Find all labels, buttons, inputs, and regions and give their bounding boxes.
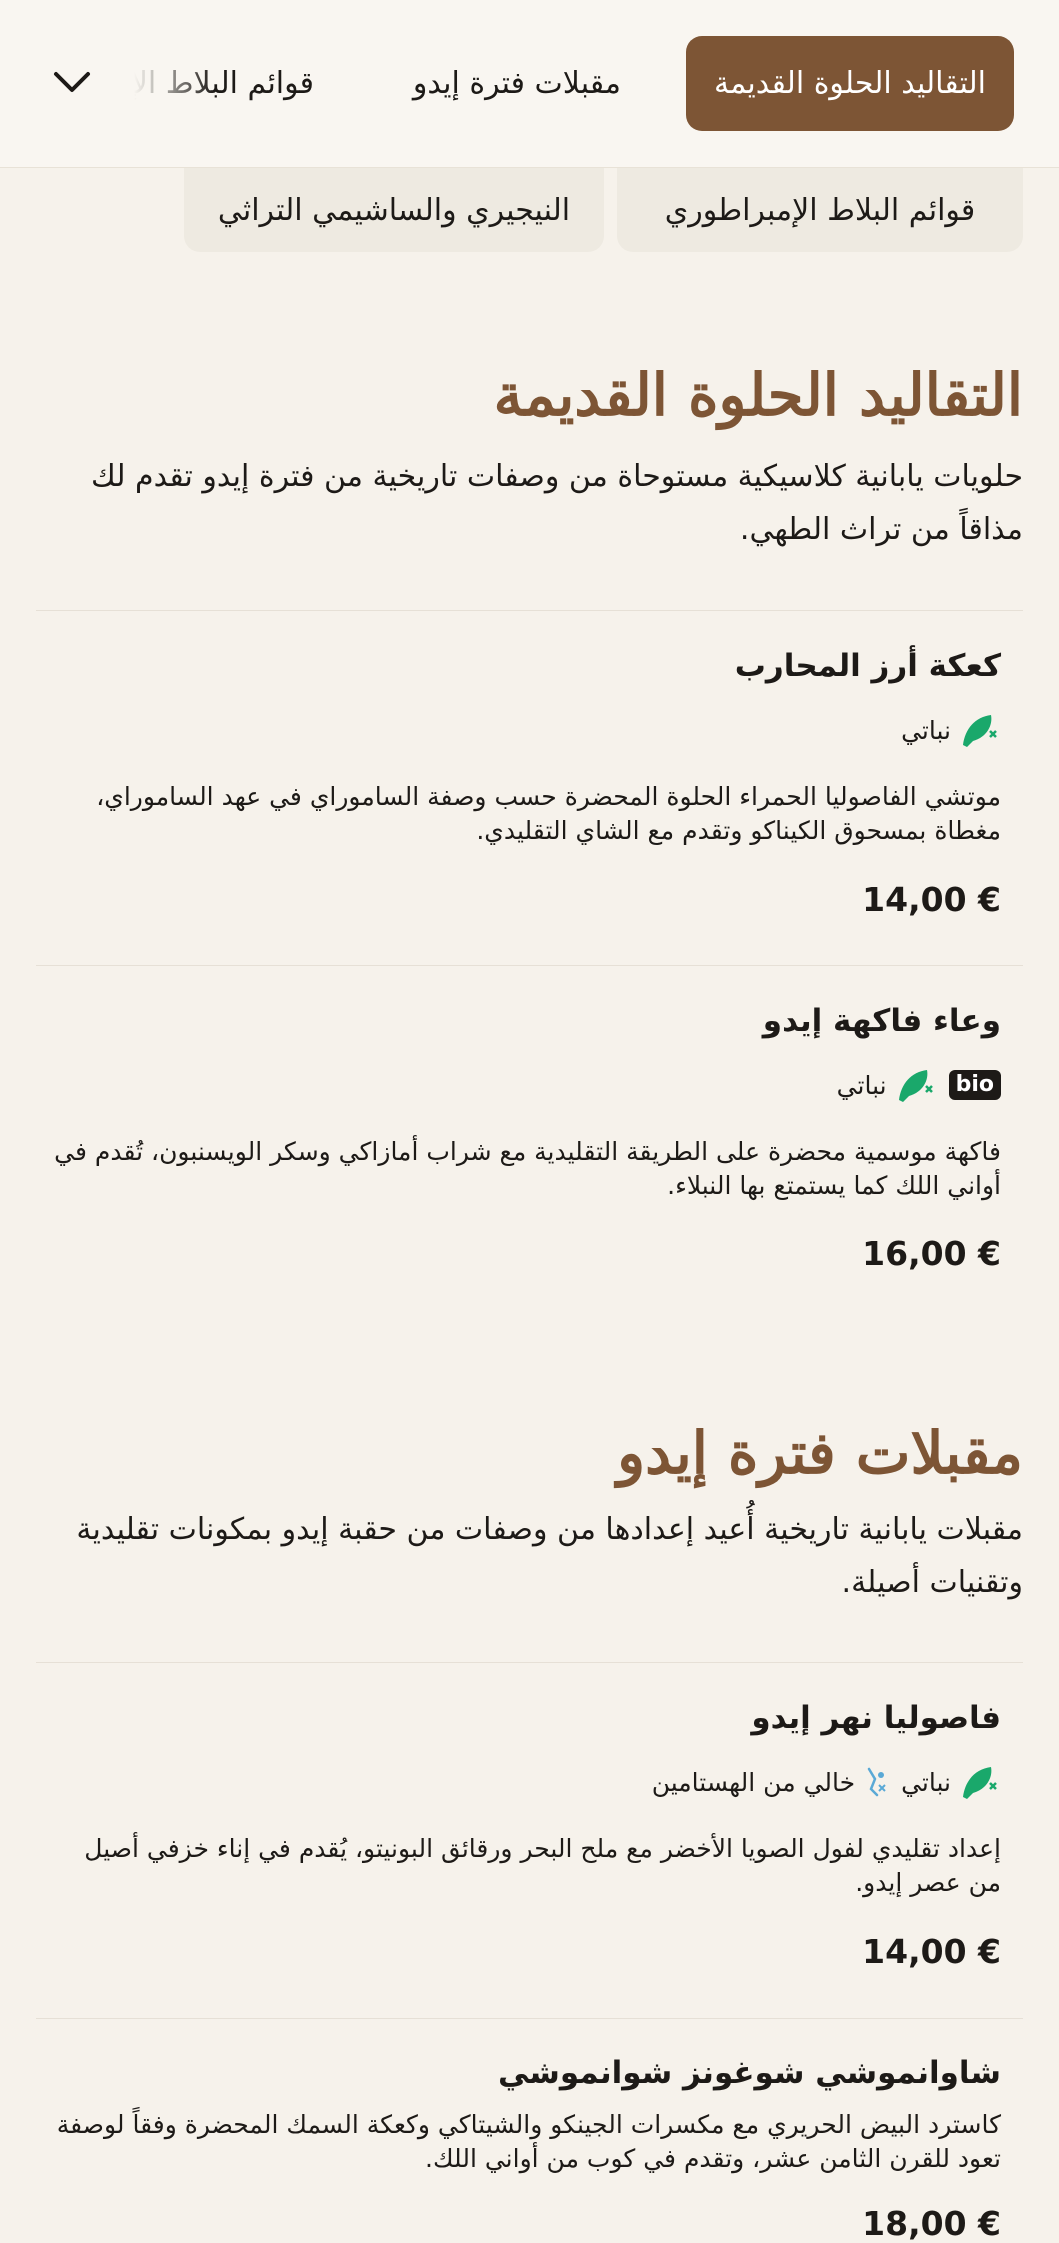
item-description: موتشي الفاصوليا الحمراء الحلوة المحضرة ح… (96, 782, 1001, 845)
item-tags: نباتي خالي من الهستامين (652, 1762, 1001, 1802)
item-price: 16,00 € (862, 1234, 1001, 1273)
item-name: وعاء فاكهة إيدو (762, 1003, 1001, 1039)
item-price: 14,00 € (862, 880, 1001, 919)
item-description: كاسترد البيض الحريري مع مكسرات الجينكو و… (56, 2110, 1001, 2173)
section-description: حلويات يابانية كلاسيكية مستوحاة من وصفات… (91, 459, 1023, 547)
histamine-free-icon (867, 1767, 886, 1797)
vegan-tag: نباتي (901, 1763, 1001, 1801)
tab-edo-appetizers[interactable]: مقبلات فترة إيدو (413, 36, 621, 131)
item-name: كعكة أرز المحارب (734, 648, 1001, 684)
section-title: مقبلات فترة إيدو (617, 1419, 1023, 1487)
section-title: التقاليد الحلوة القديمة (493, 361, 1023, 429)
vegan-leaf-icon (963, 1767, 997, 1799)
bio-badge: bio (948, 1070, 1001, 1100)
divider (36, 610, 1023, 611)
divider (36, 2018, 1023, 2019)
item-price: 14,00 € (862, 1932, 1001, 1971)
histamine-free-tag: خالي من الهستامين (652, 1765, 889, 1799)
item-description: إعداد تقليدي لفول الصويا الأخضر مع ملح ا… (84, 1834, 1001, 1897)
vegan-leaf-icon (963, 715, 997, 747)
item-price: 18,00 € (862, 2204, 1001, 2243)
category-nav-bar: التقاليد الحلوة القديمة مقبلات فترة إيدو… (0, 0, 1059, 168)
tag-label: خالي من الهستامين (651, 1767, 856, 1797)
tag-label: نباتي (901, 715, 951, 745)
item-tags: bio نباتي (837, 1065, 1001, 1105)
vegan-leaf-icon (898, 1070, 933, 1102)
subcategory-chips: قوائم البلاط الإمبراطوري النيجيري والساش… (0, 168, 1059, 254)
vegan-tag: نباتي (837, 1066, 937, 1104)
chevron-down-icon[interactable] (50, 64, 94, 100)
tag-label: نباتي (836, 1070, 887, 1100)
chip-imperial-court-menus[interactable]: قوائم البلاط الإمبراطوري (617, 168, 1023, 252)
tab-ancient-sweet-traditions[interactable]: التقاليد الحلوة القديمة (686, 36, 1014, 131)
item-description: فاكهة موسمية محضرة على الطريقة التقليدية… (54, 1137, 1001, 1200)
tag-label: نباتي (901, 1767, 951, 1797)
section-description: مقبلات يابانية تاريخية أُعيد إعدادها من … (76, 1512, 1023, 1600)
vegan-tag: نباتي (901, 711, 1001, 749)
item-tags: نباتي (901, 710, 1001, 750)
item-name: فاصوليا نهر إيدو (751, 1700, 1001, 1736)
item-name: شاوانموشي شوغونز شوانموشي (497, 2055, 1001, 2091)
tab-imperial-court-menus[interactable]: قوائم البلاط الإمبراطوري (134, 36, 314, 131)
divider (36, 965, 1023, 966)
divider (36, 1662, 1023, 1663)
chip-heritage-nigiri-sashimi[interactable]: النيجيري والساشيمي التراثي (184, 168, 604, 252)
